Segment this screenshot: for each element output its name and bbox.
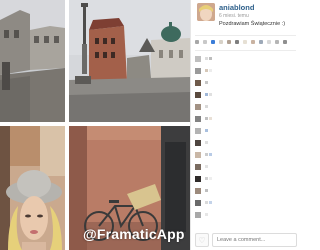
comment-avatar[interactable]: [195, 80, 201, 86]
liker-avatar[interactable]: [227, 40, 231, 44]
comment-avatar[interactable]: [195, 188, 201, 194]
comment-avatar[interactable]: [195, 128, 201, 134]
liker-avatar[interactable]: [195, 40, 199, 44]
photo-collage: @FramaticApp: [0, 0, 190, 250]
divider: [195, 35, 296, 36]
comment-text-redacted: [205, 81, 208, 84]
comment-row: [195, 210, 297, 219]
photo-castle-square: [69, 0, 190, 122]
liker-avatar[interactable]: [283, 40, 287, 44]
comment-text-redacted: [205, 153, 208, 156]
comment-avatar[interactable]: [195, 200, 201, 206]
comment-row: [195, 162, 297, 171]
comment-text-redacted: [205, 105, 208, 108]
comment-text-redacted: [205, 201, 208, 204]
photo-selfie-hat: [0, 126, 65, 250]
liker-avatar[interactable]: [243, 40, 247, 44]
comment-row: [195, 114, 297, 123]
heart-icon: ♡: [198, 235, 206, 245]
comment-row: [195, 78, 297, 87]
comment-avatar[interactable]: [195, 56, 201, 62]
comment-row: [195, 126, 297, 135]
comment-text-redacted: [209, 201, 212, 204]
comment-bar: ♡: [195, 233, 297, 247]
comment-row: [195, 150, 297, 159]
comment-text-redacted: [205, 57, 208, 60]
comment-row: [195, 198, 297, 207]
comment-text-redacted: [209, 117, 212, 120]
comment-row: [195, 186, 297, 195]
comment-text-redacted: [209, 93, 212, 96]
post-header: aniablond 6 miesi. temu Pozdrawiam Świąt…: [197, 3, 299, 33]
comment-input[interactable]: [212, 233, 297, 247]
comment-text-redacted: [205, 177, 208, 180]
comment-row: [195, 138, 297, 147]
liker-avatar[interactable]: [275, 40, 279, 44]
comment-avatar[interactable]: [195, 116, 201, 122]
watermark-text: @FramaticApp: [83, 226, 185, 242]
comment-avatar[interactable]: [195, 164, 201, 170]
comment-avatar[interactable]: [195, 140, 201, 146]
liker-avatar[interactable]: [259, 40, 263, 44]
likes-list[interactable]: [195, 38, 297, 48]
divider: [195, 50, 296, 51]
liker-avatar[interactable]: [219, 40, 223, 44]
comment-avatar[interactable]: [195, 212, 201, 218]
username-link[interactable]: aniablond: [219, 3, 254, 12]
comment-avatar[interactable]: [195, 104, 201, 110]
comment-row: [195, 174, 297, 183]
liker-avatar[interactable]: [251, 40, 255, 44]
comment-text-redacted: [209, 153, 212, 156]
comment-avatar[interactable]: [195, 176, 201, 182]
comment-text-redacted: [209, 57, 212, 60]
like-button[interactable]: ♡: [195, 233, 209, 247]
post-time: 6 miesi. temu: [219, 13, 249, 19]
comment-text-redacted: [205, 129, 208, 132]
comment-text-redacted: [209, 177, 212, 180]
comment-row: [195, 102, 297, 111]
comment-text-redacted: [205, 189, 208, 192]
comment-avatar[interactable]: [195, 152, 201, 158]
liker-avatar[interactable]: [235, 40, 239, 44]
avatar[interactable]: [197, 3, 215, 21]
comment-avatar[interactable]: [195, 68, 201, 74]
comment-row: [195, 54, 297, 63]
comment-avatar[interactable]: [195, 92, 201, 98]
comment-text-redacted: [205, 117, 208, 120]
comment-text-redacted: [205, 93, 208, 96]
comment-text-redacted: [205, 213, 208, 216]
post-caption: Pozdrawiam Świątecznie :): [219, 21, 286, 27]
comment-text-redacted: [205, 69, 208, 72]
liker-avatar[interactable]: [203, 40, 207, 44]
liker-avatar[interactable]: [267, 40, 271, 44]
post-side-panel: aniablond 6 miesi. temu Pozdrawiam Świąt…: [190, 0, 300, 250]
comment-row: [195, 66, 297, 75]
comment-text-redacted: [205, 141, 208, 144]
comment-text-redacted: [209, 69, 212, 72]
liker-avatar[interactable]: [211, 40, 215, 44]
comment-text-redacted: [205, 165, 208, 168]
comment-row: [195, 90, 297, 99]
photo-old-town-street: [0, 0, 65, 122]
